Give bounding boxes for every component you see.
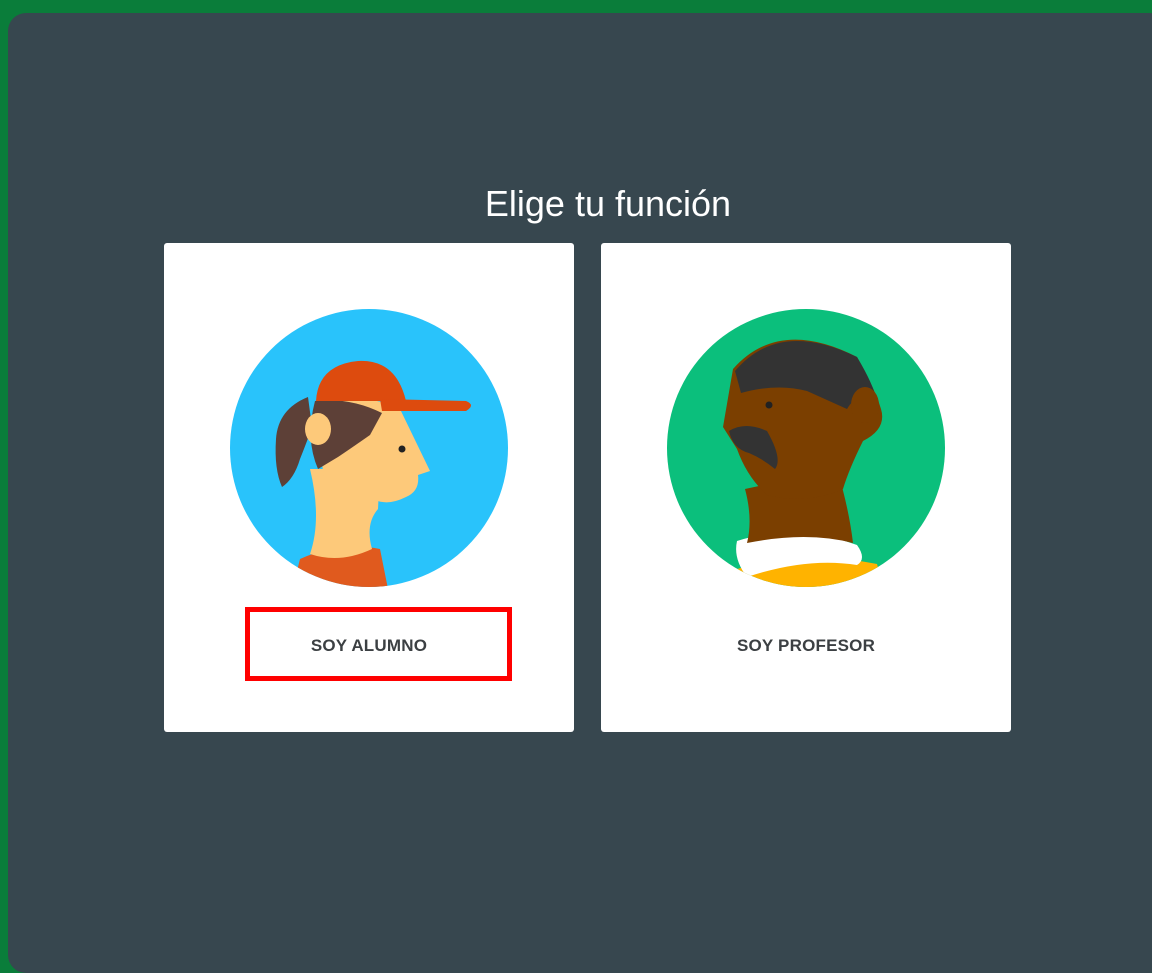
teacher-avatar-icon (667, 309, 945, 587)
dialog-title: Elige tu función (484, 183, 732, 224)
student-avatar-icon (230, 309, 508, 587)
teacher-role-card[interactable]: SOY PROFESOR (601, 243, 1011, 732)
student-role-card[interactable]: SOY ALUMNO (164, 243, 574, 732)
student-role-label[interactable]: SOY ALUMNO (164, 636, 574, 656)
teacher-role-label[interactable]: SOY PROFESOR (601, 636, 1011, 656)
